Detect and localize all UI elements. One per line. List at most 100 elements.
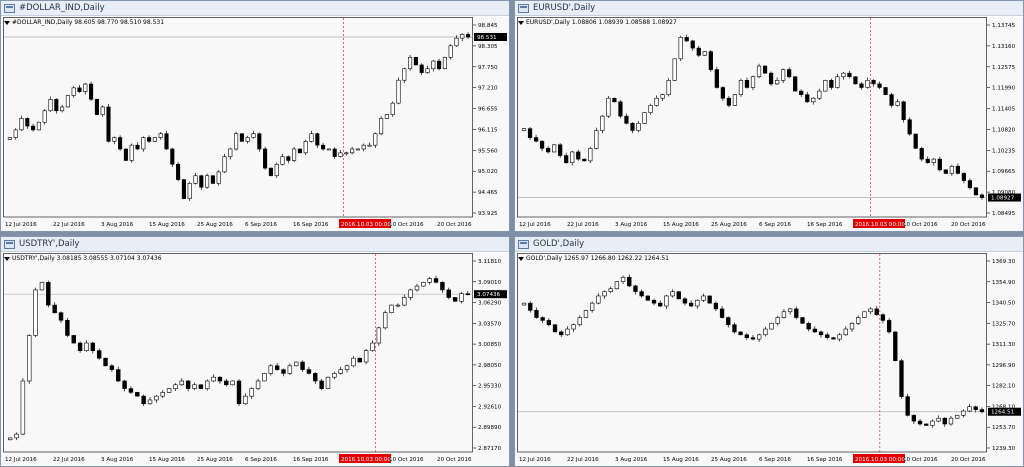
price-axis-label: 2.92610: [478, 404, 502, 410]
price-chart-area[interactable]: 1369.30 1354.90 1340.50 1325.70 1311.30 1296.…: [515, 253, 1023, 466]
candle-body: [688, 302, 694, 307]
candle: [713, 301, 719, 312]
candle-body: [682, 298, 688, 304]
candle-body: [588, 148, 593, 162]
candle-body: [546, 148, 551, 153]
window-titlebar[interactable]: #DOLLAR_IND,Daily: [1, 1, 509, 16]
candle-body: [84, 342, 89, 351]
candle-body: [54, 99, 59, 112]
date-axis-label: 10 Oct 2016: [389, 457, 424, 463]
candle-body: [930, 420, 935, 426]
candle: [367, 142, 372, 147]
candle: [930, 419, 935, 428]
candle: [109, 364, 115, 372]
candle: [408, 55, 413, 71]
price-chart-area[interactable]: 98.845 98.305 97.750 97.210 96.655 96.115 95.5…: [1, 17, 509, 231]
candle-body: [344, 365, 350, 370]
candle-body: [570, 151, 575, 163]
candle: [154, 395, 159, 403]
candle: [596, 293, 601, 305]
candle: [849, 322, 855, 332]
price-chart-area[interactable]: 3.11810 3.09010 3.06290 3.03570 3.00850 2.980…: [1, 253, 509, 466]
candle-body: [670, 291, 675, 297]
candle: [122, 379, 127, 392]
candle-body: [448, 45, 453, 58]
candle: [831, 337, 836, 340]
date-axis-label: 25 Aug 2016: [711, 222, 747, 228]
candle-body: [31, 125, 36, 131]
candle-body: [350, 148, 355, 154]
candle-body: [112, 137, 117, 142]
chart-window-gold[interactable]: GOLD',Daily 1369.30 1354.90 1340.50 1325.70…: [514, 236, 1024, 467]
candle: [442, 56, 447, 70]
candle-body: [701, 295, 706, 301]
candle: [36, 121, 41, 131]
candle: [268, 364, 273, 376]
candle-body: [425, 68, 430, 73]
candlestick-chart[interactable]: 3.11810 3.09010 3.06290 3.03570 3.00850 2.980…: [1, 253, 509, 466]
candle-body: [361, 144, 366, 150]
candle-body: [781, 311, 787, 318]
candlestick-chart[interactable]: 1369.30 1354.90 1340.50 1325.70 1311.30 1296.…: [515, 253, 1023, 466]
date-axis-label: 3 Aug 2016: [615, 222, 648, 228]
candle-body: [315, 133, 320, 146]
candle: [961, 172, 967, 184]
candle-body: [42, 110, 47, 123]
candle: [158, 132, 163, 140]
candle-body: [720, 87, 725, 99]
date-axis-label: 10 Oct 2016: [903, 457, 938, 463]
price-axis-label: 96.655: [478, 107, 498, 113]
price-axis-label: 3.00850: [478, 342, 502, 348]
ohlc-info: #DOLLAR_IND,Daily 98.605 98.770 98.510 9…: [12, 19, 165, 26]
current-price-label: 1.08927: [991, 196, 1015, 202]
candle-body: [20, 380, 26, 435]
candle: [800, 316, 805, 324]
candle: [297, 148, 302, 154]
chart-window-usdtry[interactable]: USDTRY',Daily 3.11810 3.09010 3.06290 3.035…: [0, 236, 510, 467]
candle: [829, 78, 834, 90]
candlestick-chart[interactable]: 1.13745 1.13160 1.12575 1.11990 1.11405 1.108…: [515, 17, 1023, 231]
candle-body: [847, 72, 852, 78]
candle: [230, 380, 235, 386]
chart-window-eurusd[interactable]: EURUSD',Daily 1.13745 1.13160 1.12575 1.119…: [514, 0, 1024, 232]
candle: [71, 334, 76, 344]
candle: [309, 130, 314, 143]
candle-body: [787, 69, 792, 78]
candle-body: [395, 304, 401, 307]
candle-body: [303, 141, 308, 154]
candle-body: [287, 365, 293, 374]
candle: [837, 333, 842, 342]
window-titlebar[interactable]: USDTRY',Daily: [1, 237, 509, 252]
candle: [421, 281, 426, 287]
candle-body: [596, 295, 601, 304]
price-axis-label: 97.210: [478, 86, 498, 92]
candle-body: [396, 79, 401, 104]
candle: [973, 187, 979, 196]
candle-body: [843, 328, 848, 336]
chart-window-dollar-index[interactable]: #DOLLAR_IND,Daily 98.845 98.305 97.750 97.2…: [0, 0, 510, 232]
window-titlebar[interactable]: EURUSD',Daily: [515, 1, 1023, 16]
price-chart-area[interactable]: 1.13745 1.13160 1.12575 1.11990 1.11405 1.108…: [515, 17, 1023, 231]
candle: [527, 126, 533, 140]
window-titlebar[interactable]: GOLD',Daily: [515, 237, 1023, 252]
candle-body: [460, 34, 465, 39]
candle: [948, 415, 954, 426]
candle-body: [234, 133, 239, 150]
candle-body: [367, 144, 372, 147]
candle: [907, 117, 912, 136]
candle-body: [719, 308, 725, 318]
candle: [781, 308, 787, 319]
candle-body: [546, 320, 551, 326]
candle-body: [707, 295, 712, 304]
price-axis-label: 1.08495: [992, 211, 1016, 217]
price-axis-label: 96.115: [478, 127, 498, 133]
candle-body: [344, 152, 349, 155]
candle: [262, 372, 267, 382]
candlestick-chart[interactable]: 98.845 98.305 97.750 97.210 96.655 96.115 95.5…: [1, 17, 509, 231]
candle-body: [109, 365, 115, 370]
dropdown-triangle-icon: [4, 256, 10, 261]
candle-body: [255, 380, 261, 389]
date-axis-label: 12 Jul 2016: [519, 222, 551, 228]
candle-body: [141, 137, 146, 150]
candle-body: [293, 361, 299, 367]
